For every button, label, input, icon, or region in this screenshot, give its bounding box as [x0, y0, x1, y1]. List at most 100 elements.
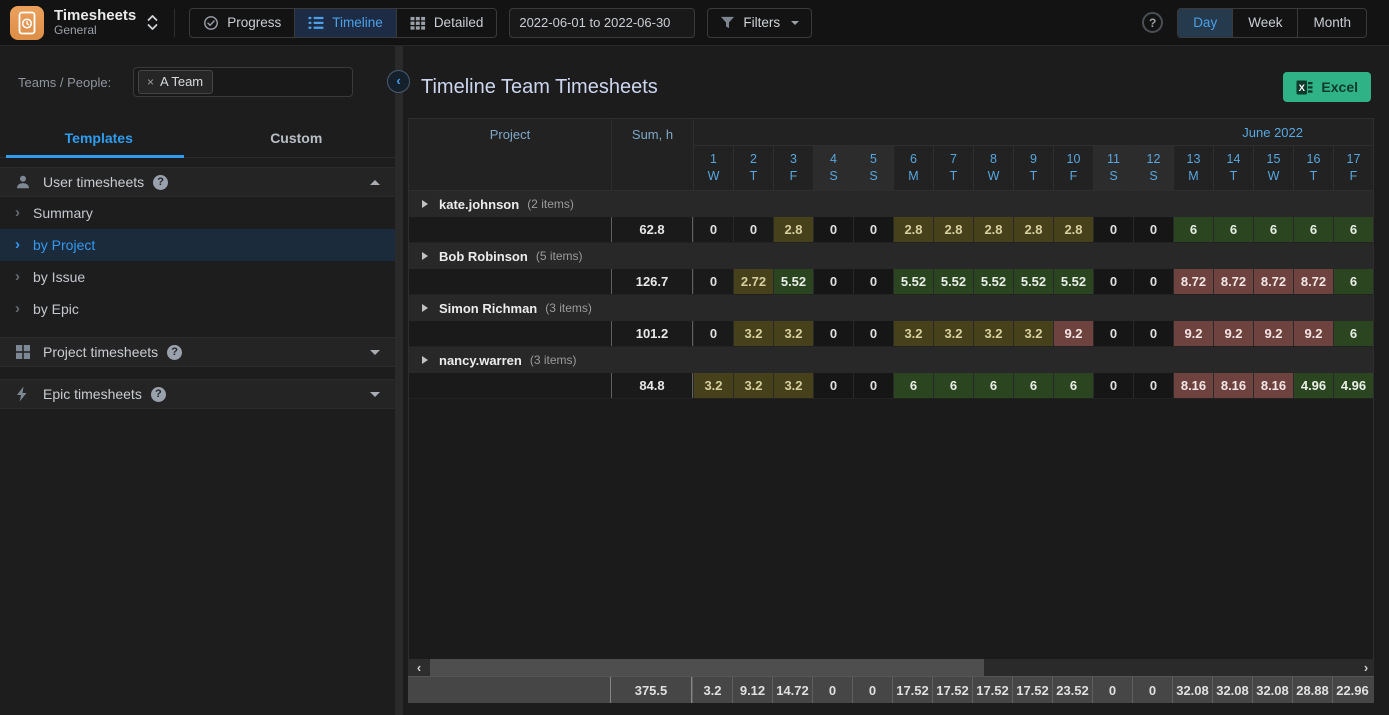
day-header-3: 3F [773, 145, 813, 190]
scroll-right-icon[interactable]: › [1358, 659, 1374, 676]
day-cell: 3.2 [933, 321, 973, 346]
day-cell: 3.2 [1013, 321, 1053, 346]
day-header-9: 9T [1013, 145, 1053, 190]
section-project-timesheets[interactable]: Project timesheets? [0, 337, 395, 367]
total-day-cell: 32.08 [1252, 677, 1292, 703]
group-row-kate-johnson[interactable]: kate.johnson (2 items) [409, 191, 1373, 217]
help-badge-icon[interactable]: ? [167, 344, 183, 360]
day-header-1: 1W [693, 145, 733, 190]
day-cell: 6 [1333, 321, 1373, 346]
scrollbar-thumb[interactable] [430, 659, 985, 676]
day-cell: 9.2 [1173, 321, 1213, 346]
sidebar-item-by-epic[interactable]: › by Epic [0, 293, 395, 325]
chevron-right-icon: › [15, 299, 20, 317]
day-cell: 8.16 [1173, 373, 1213, 398]
remove-tag-icon[interactable]: × [147, 75, 154, 89]
day-cell: 2.8 [1053, 217, 1093, 242]
scrollbar-track[interactable] [430, 659, 1358, 676]
table-header: Project Sum, h June 2022 1W2T3F4S5S6M7T8… [408, 118, 1374, 191]
day-cell: 2.8 [973, 217, 1013, 242]
topbar-divider [174, 8, 176, 37]
help-badge-icon[interactable]: ? [150, 386, 166, 402]
day-cell: 0 [813, 217, 853, 242]
day-header-15: 15 W [1253, 145, 1293, 190]
day-cell: 0 [1093, 373, 1133, 398]
total-day-cell: 28.88 [1292, 677, 1332, 703]
horizontal-scrollbar[interactable]: ‹ › [408, 659, 1374, 676]
total-day-cell: 0 [852, 677, 892, 703]
teams-people-input[interactable]: × A Team [133, 67, 353, 97]
view-detailed-button[interactable]: Detailed [397, 9, 497, 37]
date-range-input[interactable] [509, 7, 696, 38]
day-header-16: 16 T [1293, 145, 1333, 190]
day-cell: 0 [813, 269, 853, 294]
day-cell: 6 [933, 373, 973, 398]
tab-custom[interactable]: Custom [198, 121, 396, 157]
total-day-cell: 32.08 [1212, 677, 1252, 703]
total-day-cell: 0 [1132, 677, 1172, 703]
app-titles: Timesheets General [54, 7, 136, 38]
day-header-6: 6M [893, 145, 933, 190]
day-header-4: 4S [813, 145, 853, 190]
topbar: Timesheets General Progress Timeline Detai… [0, 0, 1389, 46]
section-epic-timesheets[interactable]: Epic timesheets? [0, 379, 395, 409]
group-row-nancy-warren[interactable]: nancy.warren (3 items) [409, 347, 1373, 373]
table-empty-area [408, 399, 1374, 659]
day-cell: 3.2 [693, 373, 733, 398]
day-cell: 2.72 [733, 269, 773, 294]
day-cell: 6 [1053, 373, 1093, 398]
day-cell: 0 [1133, 269, 1173, 294]
zoom-month-button[interactable]: Month [1298, 9, 1366, 37]
day-cell: 0 [733, 217, 773, 242]
help-button[interactable]: ? [1142, 12, 1164, 33]
chevron-down-icon [791, 20, 800, 25]
day-cell: 8.72 [1173, 269, 1213, 294]
day-cell: 6 [1333, 269, 1373, 294]
day-cell: 0 [813, 373, 853, 398]
sidebar-item-by-issue[interactable]: › by Issue [0, 261, 395, 293]
day-cell: 9.2 [1213, 321, 1253, 346]
panel-divider[interactable]: ‹ [387, 46, 410, 715]
day-cell: 5.52 [773, 269, 813, 294]
day-cell: 3.2 [773, 373, 813, 398]
zoom-day-button[interactable]: Day [1178, 8, 1234, 37]
chevron-up-icon [370, 179, 380, 185]
group-row-simon-richman[interactable]: Simon Richman (3 items) [409, 295, 1373, 321]
day-cell: 9.2 [1053, 321, 1093, 346]
progress-check-icon [203, 15, 219, 31]
chevron-right-icon: › [15, 267, 20, 285]
excel-export-button[interactable]: X Excel [1283, 72, 1371, 102]
sidebar-collapse-button[interactable]: ‹ [387, 70, 410, 93]
total-day-cell: 0 [1092, 677, 1132, 703]
day-header-13: 13 M [1173, 145, 1213, 190]
day-cell: 8.16 [1253, 373, 1293, 398]
day-cell: 5.52 [973, 269, 1013, 294]
tab-templates[interactable]: Templates [0, 121, 198, 158]
app-switcher-sorter-icon[interactable] [147, 14, 158, 31]
section-user-timesheets[interactable]: User timesheets? [0, 167, 395, 197]
day-cell: 8.72 [1213, 269, 1253, 294]
view-progress-button[interactable]: Progress [190, 8, 296, 37]
day-cell: 5.52 [1013, 269, 1053, 294]
help-badge-icon[interactable]: ? [153, 174, 169, 190]
zoom-week-button[interactable]: Week [1233, 8, 1299, 37]
total-day-cell: 3.2 [692, 677, 732, 703]
timesheet-table: Project Sum, h June 2022 1W2T3F4S5S6M7T8… [408, 118, 1374, 715]
expand-arrow-icon [422, 252, 428, 260]
day-cell: 9.2 [1293, 321, 1333, 346]
day-cell: 8.72 [1253, 269, 1293, 294]
day-cell: 5.52 [933, 269, 973, 294]
sidebar-item-by-project[interactable]: › by Project [0, 229, 395, 261]
group-row-bob-robinson[interactable]: Bob Robinson (5 items) [409, 243, 1373, 269]
filters-button[interactable]: Filters [707, 7, 813, 38]
scroll-left-icon[interactable]: ‹ [408, 659, 430, 676]
day-cell: 9.2 [1253, 321, 1293, 346]
sidebar-item-summary[interactable]: › Summary [0, 197, 395, 229]
sum-cell: 84.8 [611, 373, 693, 398]
total-day-cell: 22.96 [1332, 677, 1372, 703]
timesheets-app-icon[interactable] [10, 5, 44, 40]
day-cell: 6 [973, 373, 1013, 398]
day-cell: 3.2 [733, 321, 773, 346]
grid-icon [15, 344, 32, 360]
view-timeline-button[interactable]: Timeline [295, 8, 397, 37]
